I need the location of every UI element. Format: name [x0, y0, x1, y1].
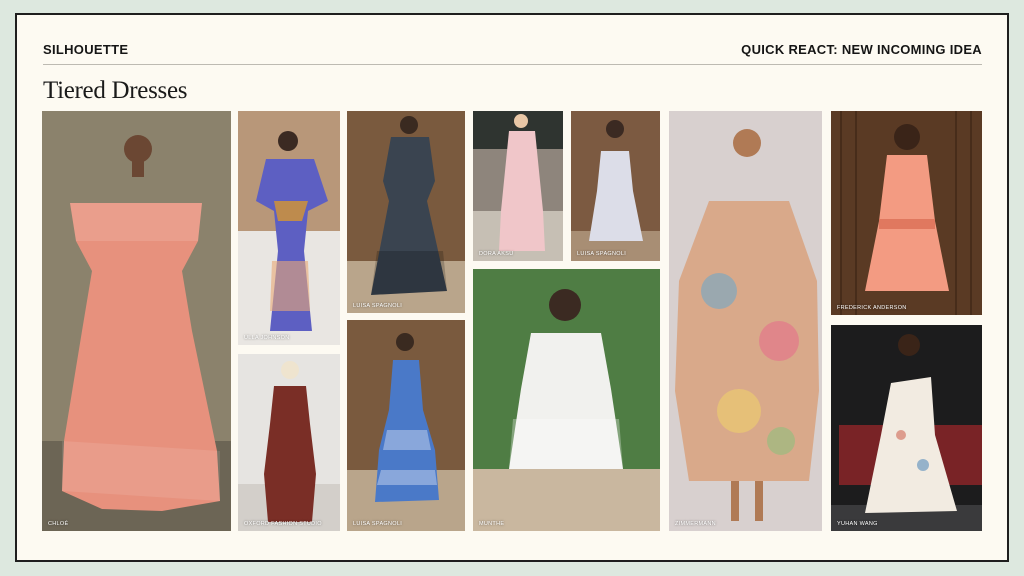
designer-caption: OXFORD FASHION STUDIO: [244, 521, 322, 527]
runway-photo-image: [831, 325, 982, 531]
runway-photo: ULLA JOHNSON: [238, 111, 340, 345]
page-title: Tiered Dresses: [43, 77, 188, 104]
designer-caption: LUISA SPAGNOLI: [353, 303, 403, 309]
designer-caption: CHLOÉ: [48, 521, 69, 527]
runway-photo-image: [238, 354, 340, 531]
runway-photo-image: [571, 111, 660, 261]
runway-photo: OXFORD FASHION STUDIO: [238, 354, 340, 531]
runway-photo-image: [347, 111, 465, 313]
runway-photo-image: [669, 111, 822, 531]
runway-photo: YUHAN WANG: [831, 325, 982, 531]
designer-caption: MUNTHE: [479, 521, 505, 527]
runway-photo-image: [238, 111, 340, 345]
designer-caption: ULLA JOHNSON: [244, 335, 290, 341]
section-label: SILHOUETTE: [43, 42, 129, 57]
designer-caption: DORA AKSU: [479, 251, 514, 257]
runway-photo: ZIMMERMANN: [669, 111, 822, 531]
designer-caption: YUHAN WANG: [837, 521, 878, 527]
designer-caption: LUISA SPAGNOLI: [577, 251, 627, 257]
designer-caption: ZIMMERMANN: [675, 521, 716, 527]
runway-photo: LUISA SPAGNOLI: [347, 111, 465, 313]
slide-tag: QUICK REACT: NEW INCOMING IDEA: [741, 42, 982, 57]
runway-photo: LUISA SPAGNOLI: [571, 111, 660, 261]
runway-photo-image: [831, 111, 982, 315]
runway-photo: DORA AKSU: [473, 111, 563, 261]
runway-photo: LUISA SPAGNOLI: [347, 320, 465, 531]
runway-photo: MUNTHE: [473, 269, 660, 531]
designer-caption: LUISA SPAGNOLI: [353, 521, 403, 527]
header-divider: [43, 64, 982, 65]
runway-photo-image: [42, 111, 231, 531]
slide-canvas: SILHOUETTE QUICK REACT: NEW INCOMING IDE…: [15, 13, 1009, 562]
designer-caption: FREDERICK ANDERSON: [837, 305, 907, 311]
runway-photo-image: [473, 111, 563, 261]
runway-photo: FREDERICK ANDERSON: [831, 111, 982, 315]
runway-photo-image: [347, 320, 465, 531]
runway-photo-image: [473, 269, 660, 531]
runway-photo: CHLOÉ: [42, 111, 231, 531]
